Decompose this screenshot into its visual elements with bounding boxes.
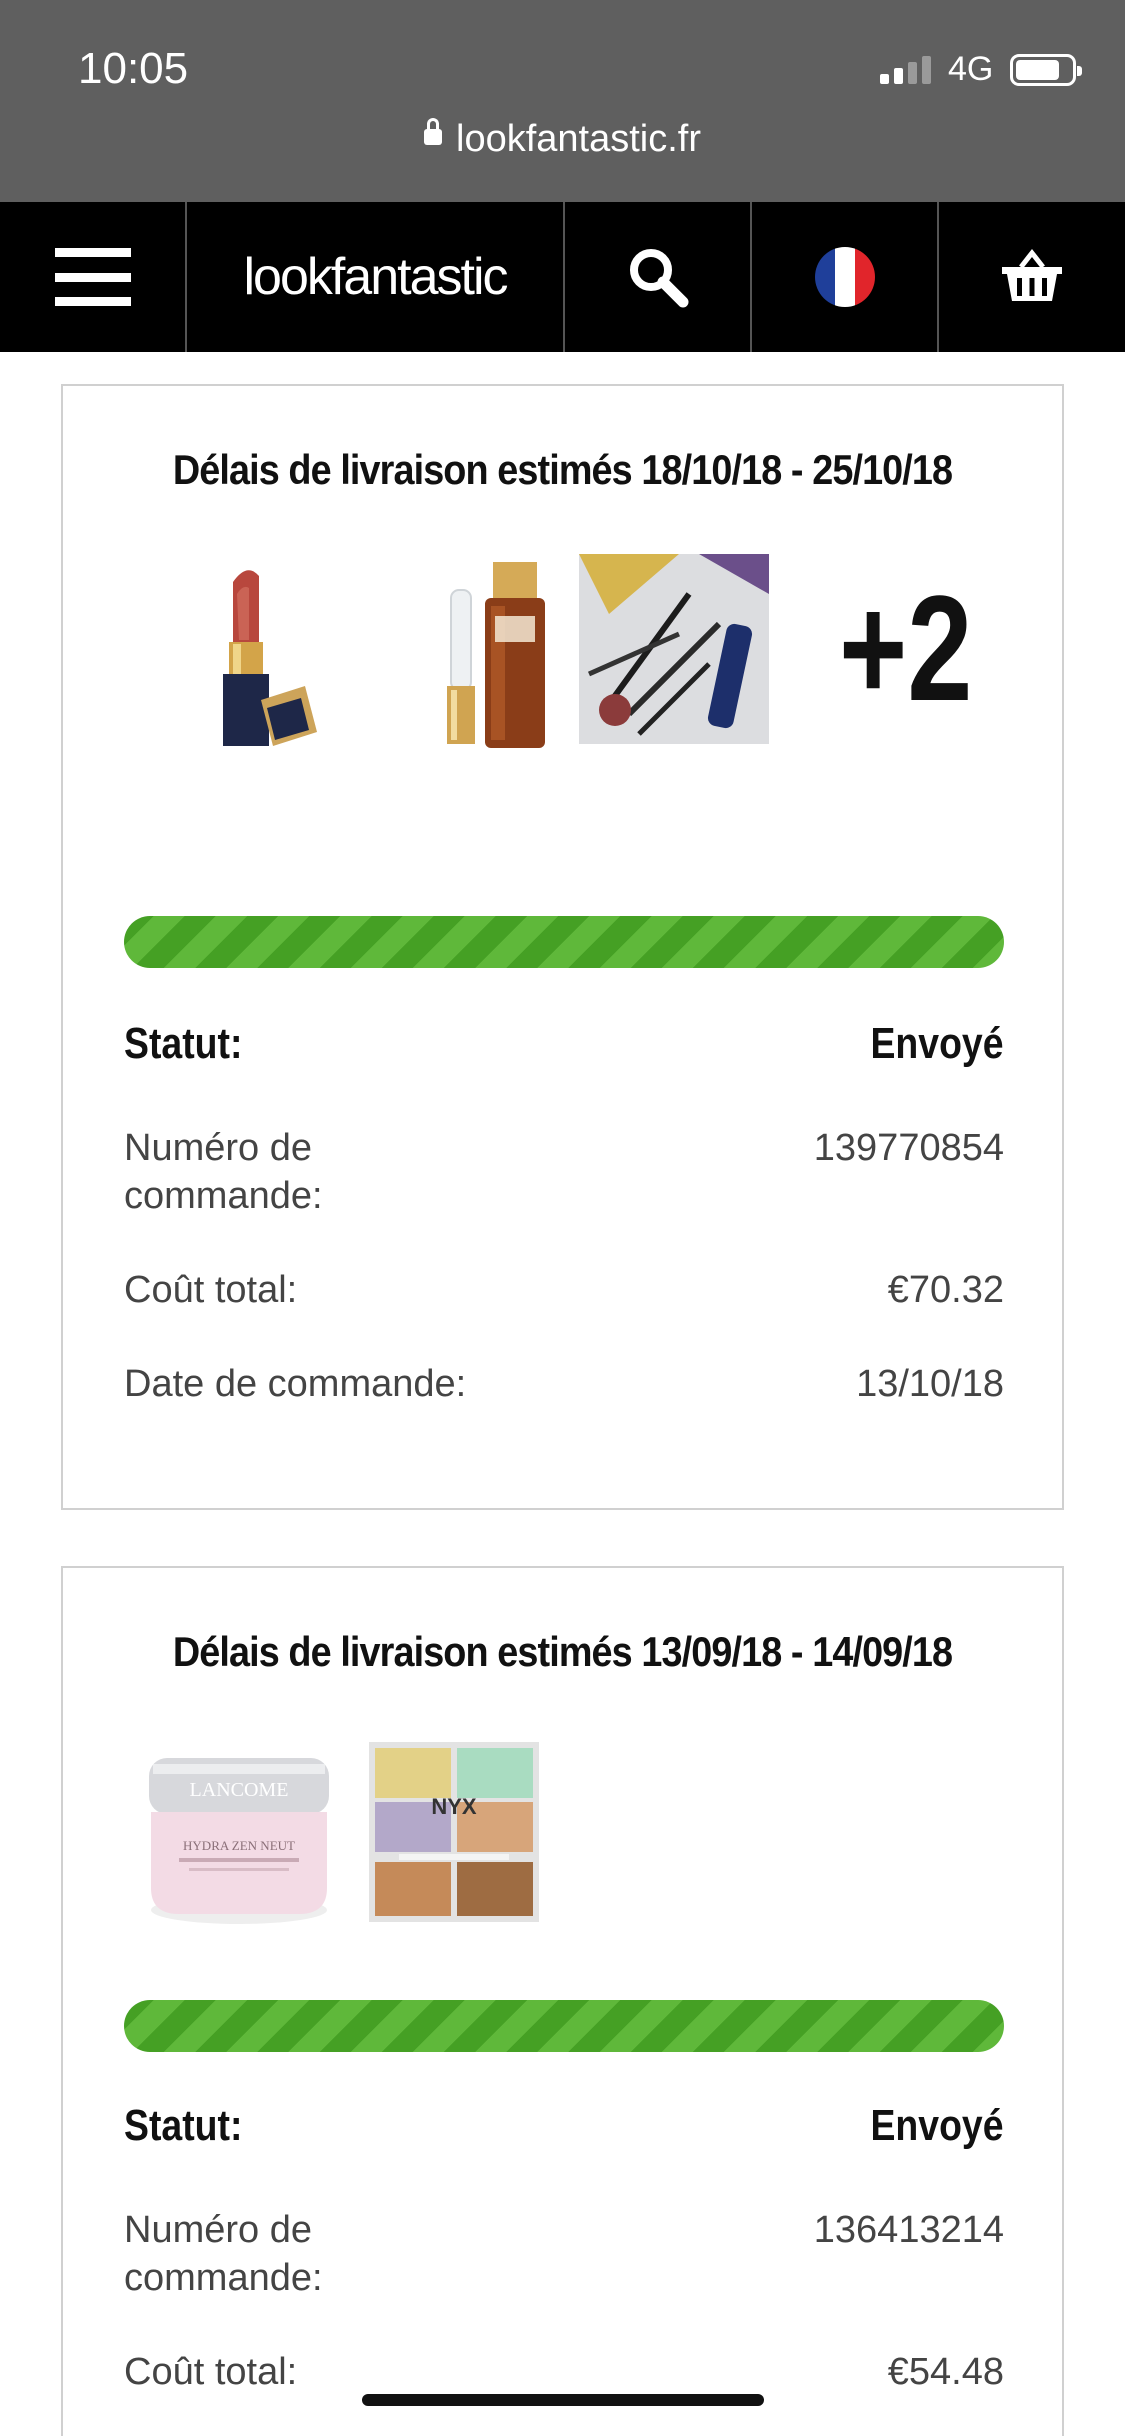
status-row: Statut: Envoyé [124,1020,1004,1068]
status-row: Statut: Envoyé [124,2102,1004,2150]
delivery-progress-bar [124,2000,1004,2052]
total-cost-value: €70.32 [887,1269,1004,1311]
status-value: Envoyé [870,2101,1004,2150]
lipstick-thumbnail [223,570,317,746]
france-flag-icon [814,247,875,307]
delivery-estimate-title: Délais de livraison estimés 13/09/18 - 1… [172,1628,953,1675]
more-items-count: +2 [839,564,973,732]
basket-button[interactable] [939,202,1125,352]
total-cost-label: Coût total: [124,2351,298,2393]
country-selector[interactable] [752,202,939,352]
cream-name-text: HYDRA ZEN NEUT [183,1838,295,1853]
total-cost-row: Coût total: €70.32 [124,1266,1004,1314]
order-number-label: Numéro de commande: [124,1127,323,1217]
order-number-value: 139770854 [813,1127,1004,1169]
makeup-brushes-thumbnail [579,554,769,744]
battery-icon [1010,54,1082,86]
order-number-row: Numéro de commande: 139770854 [124,1124,1004,1220]
total-cost-value: €54.48 [887,2351,1004,2393]
eye-serum-thumbnail [447,562,545,748]
site-logo[interactable]: lookfantastic [187,202,565,352]
total-cost-row: Coût total: €54.48 [124,2348,1004,2396]
order-date-value: 13/10/18 [856,1363,1004,1405]
face-cream-thumbnail: LANCOME HYDRA ZEN NEUT [149,1758,329,1924]
search-icon [629,249,688,308]
url-text: lookfantastic.fr [456,118,701,160]
color-palette-thumbnail: NYX [369,1742,539,1922]
basket-icon [1002,248,1062,301]
total-cost-label: Coût total: [124,1269,298,1311]
order-date-label: Date de commande: [124,1363,467,1405]
url-bar[interactable]: lookfantastic.fr [0,117,1125,161]
status-value: Envoyé [870,1019,1004,1068]
order-card[interactable]: Délais de livraison estimés 13/09/18 - 1… [61,1566,1064,2436]
site-header: lookfantastic [0,202,1125,352]
order-number-value: 136413214 [813,2209,1004,2251]
lock-icon [424,117,442,145]
status-label: Statut: [124,1019,243,1068]
status-label: Statut: [124,2101,243,2150]
palette-brand-text: NYX [431,1794,477,1819]
menu-button[interactable] [0,202,187,352]
hamburger-icon [54,248,131,306]
cream-brand-text: LANCOME [190,1779,289,1801]
cellular-signal-icon [880,54,934,84]
order-card[interactable]: Délais de livraison estimés 18/10/18 - 2… [61,384,1064,1510]
network-type: 4G [948,50,994,88]
order-date-row: Date de commande: 13/10/18 [124,1360,1004,1408]
logo-text: lookfantastic [243,248,508,306]
search-button[interactable] [565,202,752,352]
delivery-progress-bar [124,916,1004,968]
status-time: 10:05 [78,44,189,93]
order-number-label: Numéro de commande: [124,2209,323,2299]
order-number-row: Numéro de commande: 136413214 [124,2206,1004,2302]
browser-chrome: 10:05 4G lookfantastic.fr [0,0,1125,202]
home-indicator[interactable] [362,2394,764,2406]
delivery-estimate-title: Délais de livraison estimés 18/10/18 - 2… [172,446,953,493]
